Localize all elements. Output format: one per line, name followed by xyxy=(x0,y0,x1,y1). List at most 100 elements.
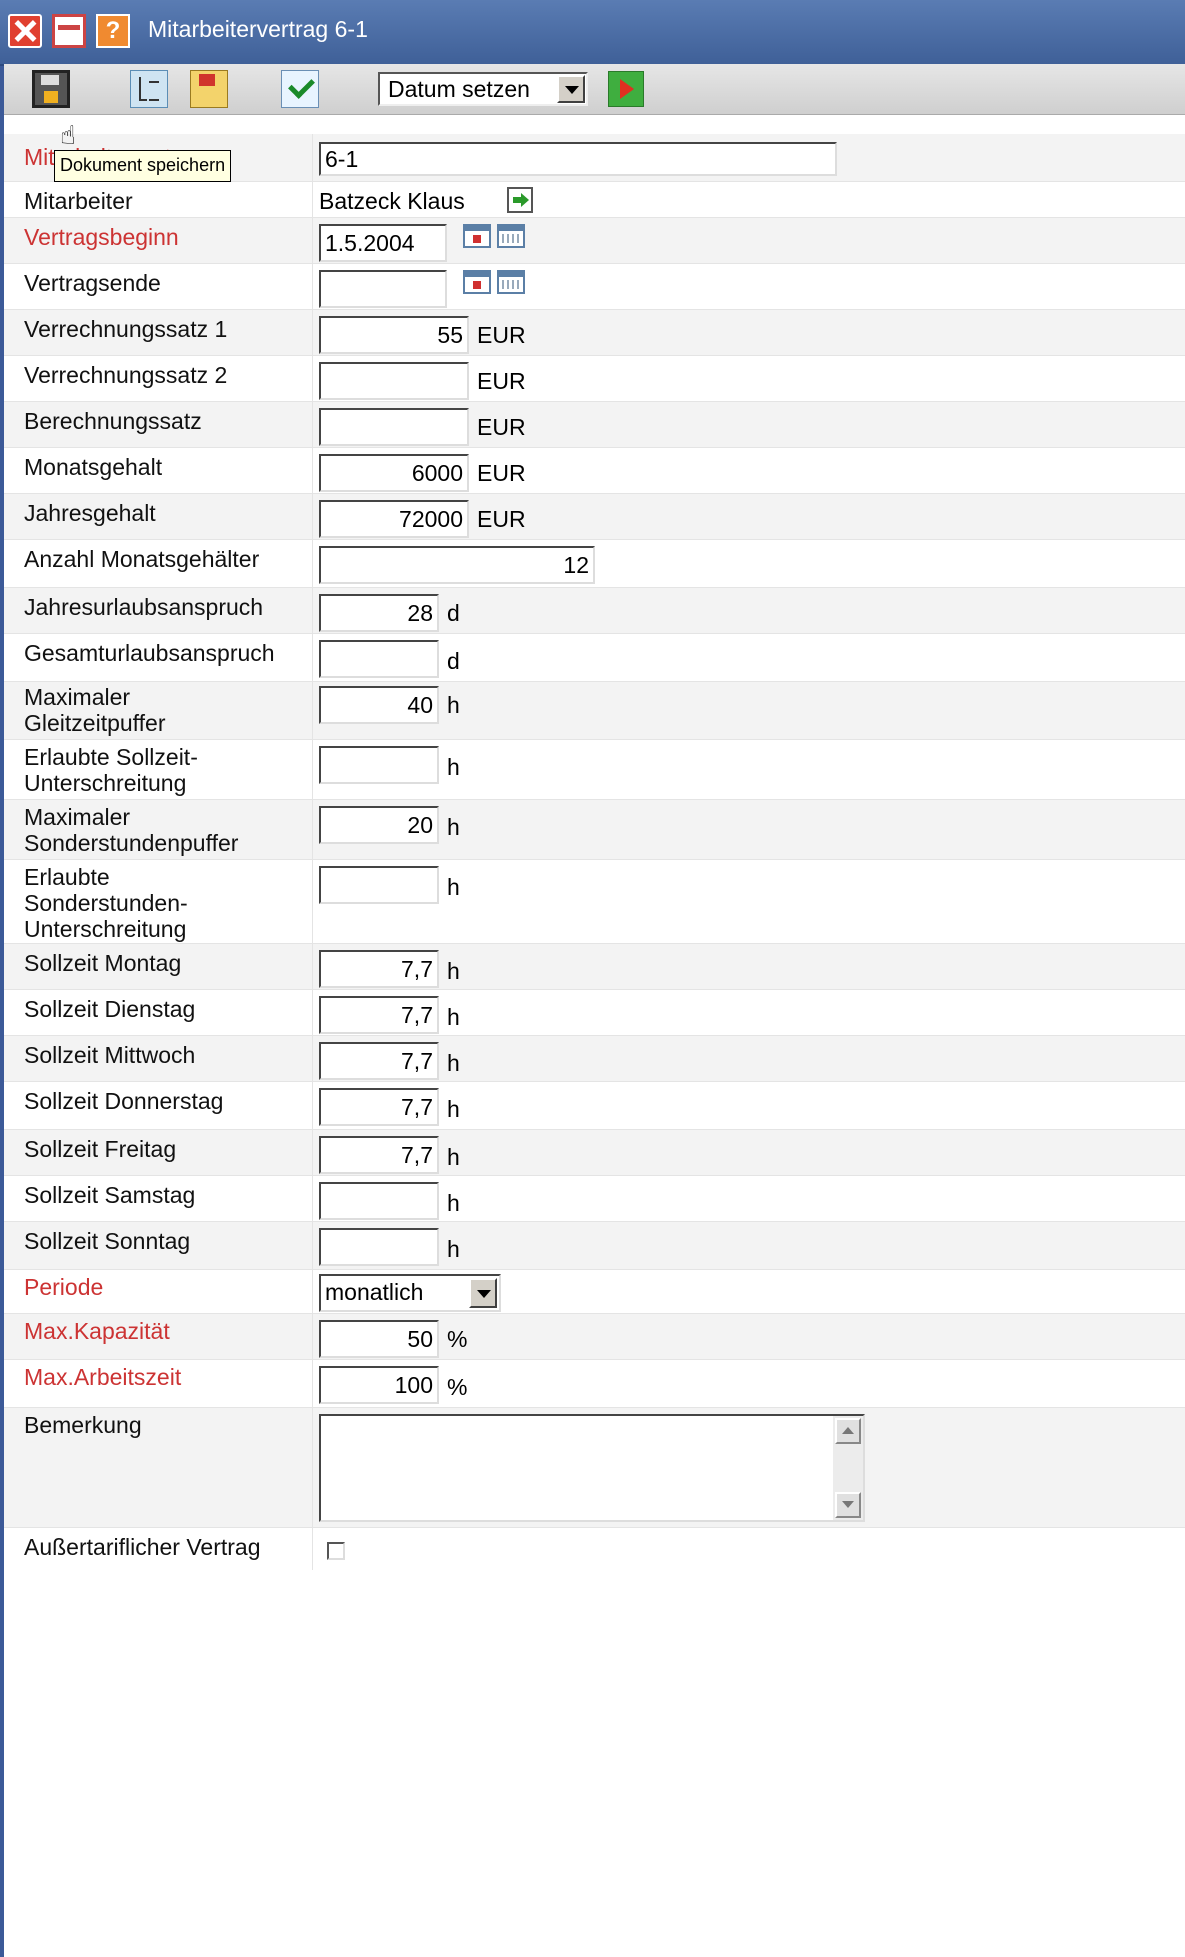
gesamturlaubsanspruch-input[interactable] xyxy=(319,640,439,678)
bemerkung-textarea[interactable] xyxy=(319,1414,865,1522)
scroll-down-icon[interactable] xyxy=(835,1492,861,1518)
row-max-kapazitaet: Max.Kapazität % xyxy=(4,1314,1185,1360)
unit-days: d xyxy=(447,648,460,674)
label-max-arbeitszeit: Max.Arbeitszeit xyxy=(24,1364,182,1390)
calendar-icon[interactable] xyxy=(497,270,525,294)
unit-hours: h xyxy=(447,1236,460,1262)
row-erlaubte-sonderstunden-unterschreitung: Erlaubte Sonderstunden- Unterschreitung … xyxy=(4,860,1185,944)
row-max-gleitzeitpuffer: Maximaler Gleitzeitpuffer h xyxy=(4,682,1185,740)
row-gesamturlaubsanspruch: Gesamturlaubsanspruch d xyxy=(4,634,1185,682)
label-berechnungssatz: Berechnungssatz xyxy=(24,408,202,434)
label-erlaubte-sollzeit-unterschreitung: Erlaubte Sollzeit- Unterschreitung xyxy=(24,744,314,796)
label-line: Erlaubte Sollzeit- xyxy=(24,744,198,770)
save-tooltip: Dokument speichern xyxy=(54,150,232,182)
label-vertragsbeginn: Vertragsbeginn xyxy=(24,224,179,250)
row-sollzeit-freitag: Sollzeit Freitag h xyxy=(4,1130,1185,1176)
mitarbeiter-value: Batzeck Klaus xyxy=(319,188,465,214)
label-monatsgehalt: Monatsgehalt xyxy=(24,454,163,480)
sollzeit-mittwoch-input[interactable] xyxy=(319,1042,439,1080)
row-mitarbeiter: Mitarbeiter Batzeck Klaus xyxy=(4,182,1185,218)
row-max-sonderstundenpuffer: Maximaler Sonderstundenpuffer h xyxy=(4,800,1185,860)
erlaubte-sollzeit-unterschreitung-input[interactable] xyxy=(319,746,439,784)
row-aussertariflicher-vertrag: Außertariflicher Vertrag xyxy=(4,1528,1185,1570)
verrechnungssatz-2-input[interactable] xyxy=(319,362,469,400)
sollzeit-freitag-input[interactable] xyxy=(319,1136,439,1174)
title-bar: ? Mitarbeitervertrag 6-1 xyxy=(0,0,1185,66)
unit-hours: h xyxy=(447,958,460,984)
calendar-today-icon[interactable] xyxy=(463,270,491,294)
row-verrechnungssatz-2: Verrechnungssatz 2 EUR xyxy=(4,356,1185,402)
chevron-down-icon[interactable] xyxy=(557,75,585,103)
mitarbeitervertrag-input[interactable] xyxy=(319,142,837,176)
jahresgehalt-input[interactable] xyxy=(319,500,469,538)
row-sollzeit-samstag: Sollzeit Samstag h xyxy=(4,1176,1185,1222)
close-icon[interactable] xyxy=(8,14,42,48)
sollzeit-montag-input[interactable] xyxy=(319,950,439,988)
date-action-select[interactable]: Datum setzen xyxy=(378,72,588,106)
row-sollzeit-dienstag: Sollzeit Dienstag h xyxy=(4,990,1185,1036)
minimize-icon[interactable] xyxy=(52,14,86,48)
label-jahresgehalt: Jahresgehalt xyxy=(24,500,156,526)
sollzeit-samstag-input[interactable] xyxy=(319,1182,439,1220)
berechnungssatz-input[interactable] xyxy=(319,408,469,446)
label-sollzeit-montag: Sollzeit Montag xyxy=(24,950,182,976)
check-button[interactable] xyxy=(281,70,319,108)
unit-days: d xyxy=(447,600,460,626)
unit-percent: % xyxy=(447,1326,468,1352)
anzahl-monatsgehaelter-input[interactable] xyxy=(319,546,595,584)
goto-employee-icon[interactable] xyxy=(507,187,533,213)
label-line: Erlaubte xyxy=(24,864,110,890)
periode-select-value: monatlich xyxy=(325,1279,424,1305)
label-gesamturlaubsanspruch: Gesamturlaubsanspruch xyxy=(24,640,275,666)
toolbar: Datum setzen xyxy=(4,64,1185,115)
scrollbar[interactable] xyxy=(833,1416,863,1520)
aussertariflicher-vertrag-checkbox[interactable] xyxy=(327,1542,345,1560)
execute-button[interactable] xyxy=(608,71,644,107)
max-sonderstundenpuffer-input[interactable] xyxy=(319,806,439,844)
calendar-today-icon[interactable] xyxy=(463,224,491,248)
unit-hours: h xyxy=(447,1004,460,1030)
open-document-button[interactable] xyxy=(190,70,228,108)
label-sollzeit-freitag: Sollzeit Freitag xyxy=(24,1136,177,1162)
label-sollzeit-mittwoch: Sollzeit Mittwoch xyxy=(24,1042,196,1068)
save-button[interactable] xyxy=(32,70,70,108)
label-mitarbeiter: Mitarbeiter xyxy=(24,188,133,214)
max-arbeitszeit-input[interactable] xyxy=(319,1366,439,1404)
label-vertragsende: Vertragsende xyxy=(24,270,161,296)
scroll-up-icon[interactable] xyxy=(835,1418,861,1444)
unit-eur: EUR xyxy=(477,368,526,394)
max-gleitzeitpuffer-input[interactable] xyxy=(319,686,439,724)
vertragsbeginn-input[interactable] xyxy=(319,224,447,262)
unit-eur: EUR xyxy=(477,460,526,486)
tree-view-button[interactable] xyxy=(130,70,168,108)
chevron-down-icon[interactable] xyxy=(469,1278,497,1308)
unit-hours: h xyxy=(447,874,460,900)
unit-hours: h xyxy=(447,1144,460,1170)
row-periode: Periode monatlich xyxy=(4,1270,1185,1314)
vertragsende-input[interactable] xyxy=(319,270,447,308)
erlaubte-sonderstunden-unterschreitung-input[interactable] xyxy=(319,866,439,904)
label-line: Maximaler xyxy=(24,684,131,710)
unit-hours: h xyxy=(447,814,460,840)
label-max-kapazitaet: Max.Kapazität xyxy=(24,1318,170,1344)
label-max-sonderstundenpuffer: Maximaler Sonderstundenpuffer xyxy=(24,804,314,856)
calendar-icon[interactable] xyxy=(497,224,525,248)
sollzeit-dienstag-input[interactable] xyxy=(319,996,439,1034)
sollzeit-sonntag-input[interactable] xyxy=(319,1228,439,1266)
label-sollzeit-donnerstag: Sollzeit Donnerstag xyxy=(24,1088,224,1114)
help-icon[interactable]: ? xyxy=(96,14,130,48)
date-action-select-value: Datum setzen xyxy=(388,76,530,102)
row-berechnungssatz: Berechnungssatz EUR xyxy=(4,402,1185,448)
max-kapazitaet-input[interactable] xyxy=(319,1320,439,1358)
label-verrechnungssatz-2: Verrechnungssatz 2 xyxy=(24,362,228,388)
unit-hours: h xyxy=(447,1050,460,1076)
monatsgehalt-input[interactable] xyxy=(319,454,469,492)
label-anzahl-monatsgehaelter: Anzahl Monatsgehälter xyxy=(24,546,260,572)
sollzeit-donnerstag-input[interactable] xyxy=(319,1088,439,1126)
label-line: Unterschreitung xyxy=(24,916,187,942)
row-sollzeit-donnerstag: Sollzeit Donnerstag h xyxy=(4,1082,1185,1130)
jahresurlaubsanspruch-input[interactable] xyxy=(319,594,439,632)
verrechnungssatz-1-input[interactable] xyxy=(319,316,469,354)
periode-select[interactable]: monatlich xyxy=(319,1274,501,1312)
window-title: Mitarbeitervertrag 6-1 xyxy=(148,16,368,42)
